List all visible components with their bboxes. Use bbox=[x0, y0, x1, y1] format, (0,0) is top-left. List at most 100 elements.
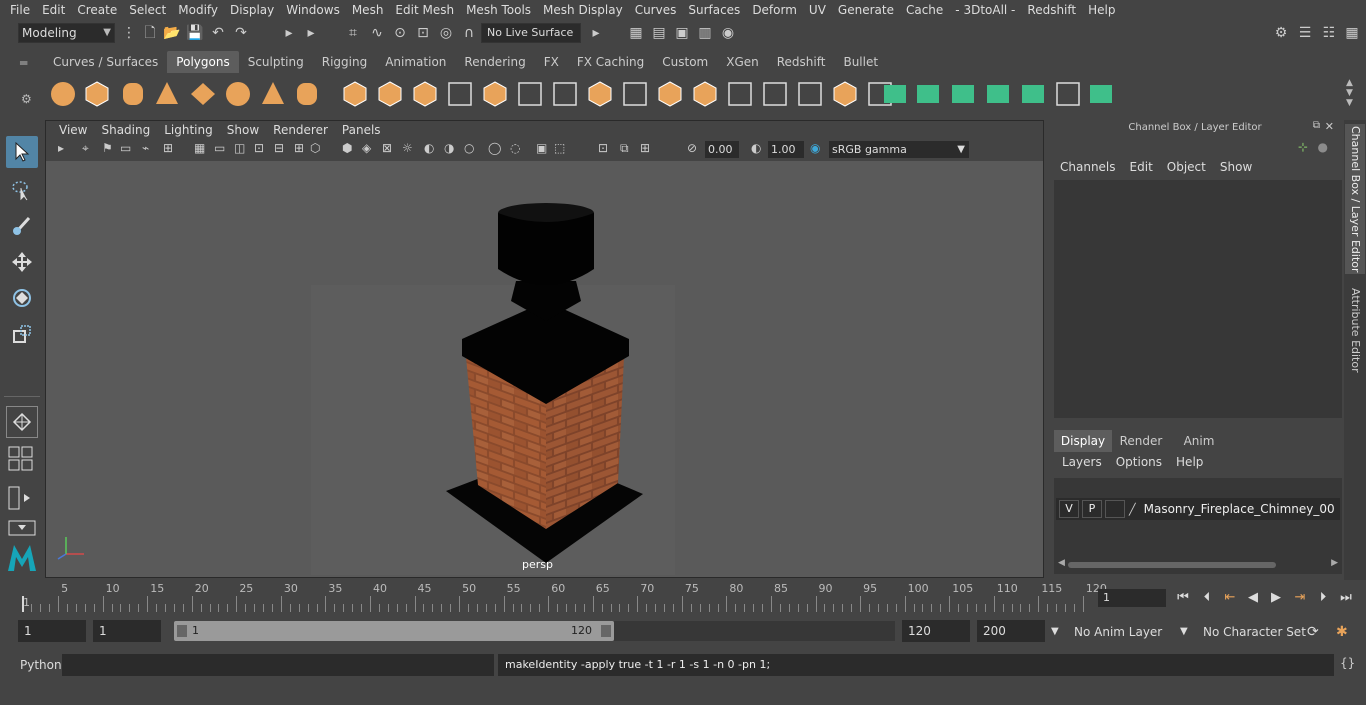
time-slider[interactable]: 1 5 10 15 20 25 30 35 40 45 50 55 60 65 70 75 80 85 90 95 1… bbox=[0, 580, 1366, 614]
live-surface-field[interactable]: No Live Surface bbox=[481, 23, 581, 43]
cube-icon[interactable] bbox=[82, 79, 112, 109]
redo-icon[interactable]: ↷ bbox=[232, 24, 250, 42]
ambient-occlusion-icon[interactable]: ◐ bbox=[424, 141, 434, 155]
cylindrical-uv-icon[interactable] bbox=[948, 79, 978, 109]
rotate-tool[interactable] bbox=[6, 282, 38, 314]
side-by-side-layout[interactable] bbox=[6, 482, 38, 514]
layer-menu-help[interactable]: Help bbox=[1170, 455, 1211, 469]
play-forwards-icon[interactable]: ▶ bbox=[1267, 589, 1285, 607]
uv-checker-icon[interactable] bbox=[1053, 79, 1083, 109]
menu-mesh[interactable]: Mesh bbox=[346, 3, 390, 17]
playback-start-field[interactable]: 1 bbox=[93, 620, 161, 642]
close-icon[interactable]: ✕ bbox=[1325, 120, 1334, 133]
range-handle-left[interactable] bbox=[177, 625, 187, 637]
snap-view-icon[interactable]: ⊡ bbox=[414, 24, 432, 42]
open-scene-icon[interactable]: 📂 bbox=[163, 24, 181, 42]
arrow-right-icon[interactable]: ▸ bbox=[280, 24, 298, 42]
layer-tab-render[interactable]: Render bbox=[1112, 430, 1170, 452]
paint-select-tool[interactable] bbox=[6, 210, 38, 242]
command-input[interactable] bbox=[62, 654, 494, 676]
menu-generate[interactable]: Generate bbox=[832, 3, 900, 17]
field-chart-icon[interactable]: ◫ bbox=[234, 141, 245, 155]
save-scene-icon[interactable]: 💾 bbox=[186, 24, 204, 42]
combine-icon[interactable] bbox=[340, 79, 370, 109]
extract-icon[interactable] bbox=[410, 79, 440, 109]
tab-sculpting[interactable]: Sculpting bbox=[239, 51, 313, 73]
arrow-right-icon-2[interactable]: ▸ bbox=[302, 24, 320, 42]
go-to-end-icon[interactable]: ⏭ bbox=[1337, 589, 1355, 607]
scroll-right-icon[interactable]: ▶ bbox=[1331, 558, 1338, 568]
render-sequence-icon[interactable]: ▤ bbox=[650, 24, 668, 42]
menu-deform[interactable]: Deform bbox=[746, 3, 803, 17]
chevron-down-icon[interactable]: ▼ bbox=[1051, 622, 1059, 642]
isolate-select-icon[interactable]: ▣ bbox=[536, 141, 547, 155]
snap-point-icon[interactable]: ⊙ bbox=[391, 24, 409, 42]
command-language-label[interactable]: Python bbox=[20, 656, 62, 674]
layer-menu-layers[interactable]: Layers bbox=[1056, 455, 1110, 469]
layer-menu-options[interactable]: Options bbox=[1110, 455, 1170, 469]
fill-hole-icon[interactable] bbox=[585, 79, 615, 109]
menu-edit-mesh[interactable]: Edit Mesh bbox=[389, 3, 460, 17]
shelf-menu-icon[interactable]: ═ bbox=[20, 56, 27, 70]
isolate-icon[interactable]: ⬚ bbox=[554, 141, 565, 155]
new-scene-icon[interactable]: 🗋 bbox=[141, 24, 159, 42]
safe-action-icon[interactable]: ⊡ bbox=[254, 141, 264, 155]
viewport-menu-view[interactable]: View bbox=[52, 123, 94, 137]
color-management-icon[interactable]: ◉ bbox=[810, 141, 820, 155]
scroll-left-icon[interactable]: ◀ bbox=[1058, 558, 1065, 568]
range-slider[interactable]: 1 120 bbox=[174, 621, 614, 641]
anim-layer-dropdown[interactable]: No Anim Layer bbox=[1074, 622, 1162, 642]
select-tool[interactable] bbox=[6, 136, 38, 168]
tab-rendering[interactable]: Rendering bbox=[455, 51, 534, 73]
prev-key-icon[interactable]: ⇤ bbox=[1221, 589, 1239, 607]
automatic-uv-icon[interactable] bbox=[880, 79, 910, 109]
anti-alias-icon[interactable]: ○ bbox=[464, 141, 474, 155]
outliner-layout[interactable] bbox=[6, 518, 38, 538]
next-key-icon[interactable]: ⇥ bbox=[1291, 589, 1309, 607]
average-icon[interactable] bbox=[515, 79, 545, 109]
tab-fx-caching[interactable]: FX Caching bbox=[568, 51, 653, 73]
exposure-field[interactable]: 0.00 bbox=[705, 141, 739, 158]
channel-box-toggle-icon[interactable]: ☰ bbox=[1296, 24, 1314, 42]
arrow-right-icon-3[interactable]: ▸ bbox=[587, 24, 605, 42]
toggle-hud-icon[interactable]: ⊞ bbox=[640, 141, 650, 155]
range-handle-right[interactable] bbox=[601, 625, 611, 637]
scale-tool[interactable] bbox=[6, 318, 38, 350]
attribute-editor-toggle-icon[interactable]: ☷ bbox=[1320, 24, 1338, 42]
xray-joints-icon[interactable]: ◌ bbox=[510, 141, 520, 155]
separate-icon[interactable] bbox=[375, 79, 405, 109]
cone-icon[interactable] bbox=[152, 79, 182, 109]
spherical-uv-icon[interactable] bbox=[983, 79, 1013, 109]
layer-name[interactable]: Masonry_Fireplace_Chimney_001_layer bbox=[1144, 502, 1334, 516]
chevron-down-icon[interactable]: ▼ bbox=[1180, 622, 1188, 642]
lights-icon[interactable]: ⊠ bbox=[382, 141, 392, 155]
smooth-icon[interactable] bbox=[480, 79, 510, 109]
pyramid-icon[interactable] bbox=[258, 79, 288, 109]
menu-windows[interactable]: Windows bbox=[280, 3, 346, 17]
menu-file[interactable]: File bbox=[4, 3, 36, 17]
channel-menu-object[interactable]: Object bbox=[1161, 160, 1214, 174]
menu-mesh-tools[interactable]: Mesh Tools bbox=[460, 3, 537, 17]
play-backwards-icon[interactable]: ◀ bbox=[1244, 589, 1262, 607]
snap-curve-icon[interactable]: ∿ bbox=[368, 24, 386, 42]
gamma-icon[interactable]: ◐ bbox=[751, 141, 761, 155]
shelf-scroll-icon[interactable]: ▲ ▼ ▼ bbox=[1346, 78, 1353, 108]
channel-box-area[interactable] bbox=[1054, 180, 1342, 418]
menu-3dtoall[interactable]: - 3DtoAll - bbox=[949, 3, 1021, 17]
tab-curves-surfaces[interactable]: Curves / Surfaces bbox=[44, 51, 167, 73]
textured-icon[interactable]: ◈ bbox=[362, 141, 371, 155]
render-frame-icon[interactable]: ▦ bbox=[627, 24, 645, 42]
tab-attribute-editor[interactable]: Attribute Editor bbox=[1345, 280, 1365, 380]
viewport-menu-lighting[interactable]: Lighting bbox=[157, 123, 220, 137]
camera-attr-icon[interactable]: ⌖ bbox=[82, 141, 89, 156]
menu-cache[interactable]: Cache bbox=[900, 3, 949, 17]
camera-select-icon[interactable]: ▸ bbox=[58, 141, 64, 155]
append-icon[interactable] bbox=[725, 79, 755, 109]
colorspace-dropdown[interactable]: sRGB gamma ▼ bbox=[829, 141, 969, 158]
bevel-icon[interactable] bbox=[655, 79, 685, 109]
undo-icon[interactable]: ↶ bbox=[209, 24, 227, 42]
motion-blur-icon[interactable]: ◑ bbox=[444, 141, 454, 155]
hypershade-icon[interactable]: ◉ bbox=[719, 24, 737, 42]
axis-gizmo-icon[interactable]: ⊹ bbox=[1298, 140, 1308, 154]
menu-select[interactable]: Select bbox=[123, 3, 172, 17]
